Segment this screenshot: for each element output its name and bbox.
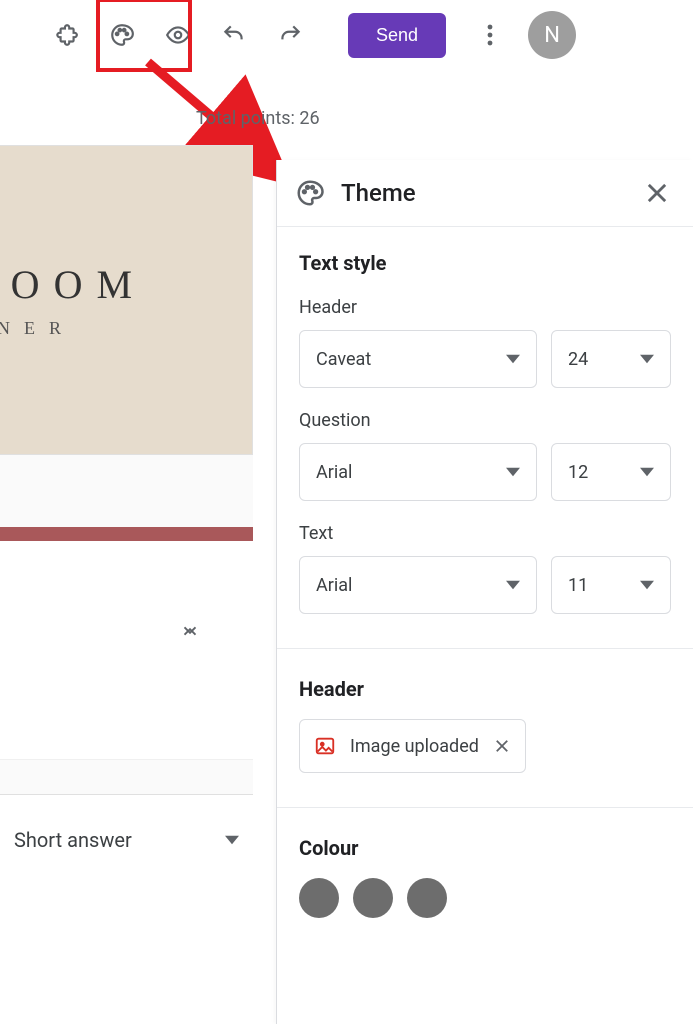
header-font-label: Header xyxy=(299,297,671,318)
caret-down-icon xyxy=(506,352,520,366)
header-font-select[interactable]: Caveat xyxy=(299,330,537,388)
annotation-highlight-box xyxy=(96,0,192,72)
question-font-value: Arial xyxy=(316,462,352,483)
colour-swatches xyxy=(299,878,671,918)
text-font-select[interactable]: Arial xyxy=(299,556,537,614)
form-title-fragment: ROOM xyxy=(0,261,146,308)
more-options-button[interactable] xyxy=(466,11,514,59)
form-subtitle-fragment: GNER xyxy=(0,318,75,339)
caret-down-icon xyxy=(640,465,654,479)
undo-button[interactable] xyxy=(206,7,262,63)
more-vertical-icon xyxy=(487,23,493,47)
text-size-select[interactable]: 11 xyxy=(551,556,671,614)
question-font-label: Question xyxy=(299,410,671,431)
question-type-select[interactable]: Short answer xyxy=(0,794,253,885)
question-font-select[interactable]: Arial xyxy=(299,443,537,501)
redo-icon xyxy=(277,22,303,48)
text-font-label: Text xyxy=(299,523,671,544)
colour-swatch[interactable] xyxy=(353,878,393,918)
caret-down-icon xyxy=(640,352,654,366)
header-image-chip-label: Image uploaded xyxy=(350,736,479,757)
close-theme-panel-button[interactable] xyxy=(643,179,671,207)
palette-icon xyxy=(295,178,325,208)
total-points-label: Total points: 26 xyxy=(196,108,320,129)
header-section-heading: Header xyxy=(299,677,671,701)
undo-icon xyxy=(221,22,247,48)
collapse-icon xyxy=(179,620,201,642)
question-size-value: 12 xyxy=(568,462,588,483)
puzzle-icon xyxy=(53,22,79,48)
text-style-heading: Text style xyxy=(299,251,671,275)
image-icon xyxy=(314,735,336,757)
addons-button[interactable] xyxy=(38,7,94,63)
theme-panel-title: Theme xyxy=(341,179,643,207)
header-font-value: Caveat xyxy=(316,349,371,370)
text-size-value: 11 xyxy=(568,575,588,596)
send-button[interactable]: Send xyxy=(348,13,446,58)
form-canvas: ROOM GNER Short answer xyxy=(0,145,253,885)
caret-down-icon xyxy=(225,833,239,847)
remove-header-image-button[interactable] xyxy=(493,737,511,755)
colour-heading: Colour xyxy=(299,836,671,860)
question-type-label: Short answer xyxy=(14,828,132,852)
account-avatar[interactable]: N xyxy=(528,11,576,59)
section-collapse-toggle[interactable] xyxy=(0,601,253,661)
form-accent-bar xyxy=(0,527,253,541)
header-size-select[interactable]: 24 xyxy=(551,330,671,388)
theme-panel: Theme Text style Header Caveat 24 Questi… xyxy=(276,160,693,1024)
caret-down-icon xyxy=(640,578,654,592)
redo-button[interactable] xyxy=(262,7,318,63)
text-font-value: Arial xyxy=(316,575,352,596)
question-size-select[interactable]: 12 xyxy=(551,443,671,501)
caret-down-icon xyxy=(506,465,520,479)
header-image-chip[interactable]: Image uploaded xyxy=(299,719,526,773)
colour-swatch[interactable] xyxy=(299,878,339,918)
theme-panel-header: Theme xyxy=(277,160,693,227)
colour-swatch[interactable] xyxy=(407,878,447,918)
header-size-value: 24 xyxy=(568,349,588,370)
caret-down-icon xyxy=(506,578,520,592)
form-header-image[interactable]: ROOM GNER xyxy=(0,145,253,455)
